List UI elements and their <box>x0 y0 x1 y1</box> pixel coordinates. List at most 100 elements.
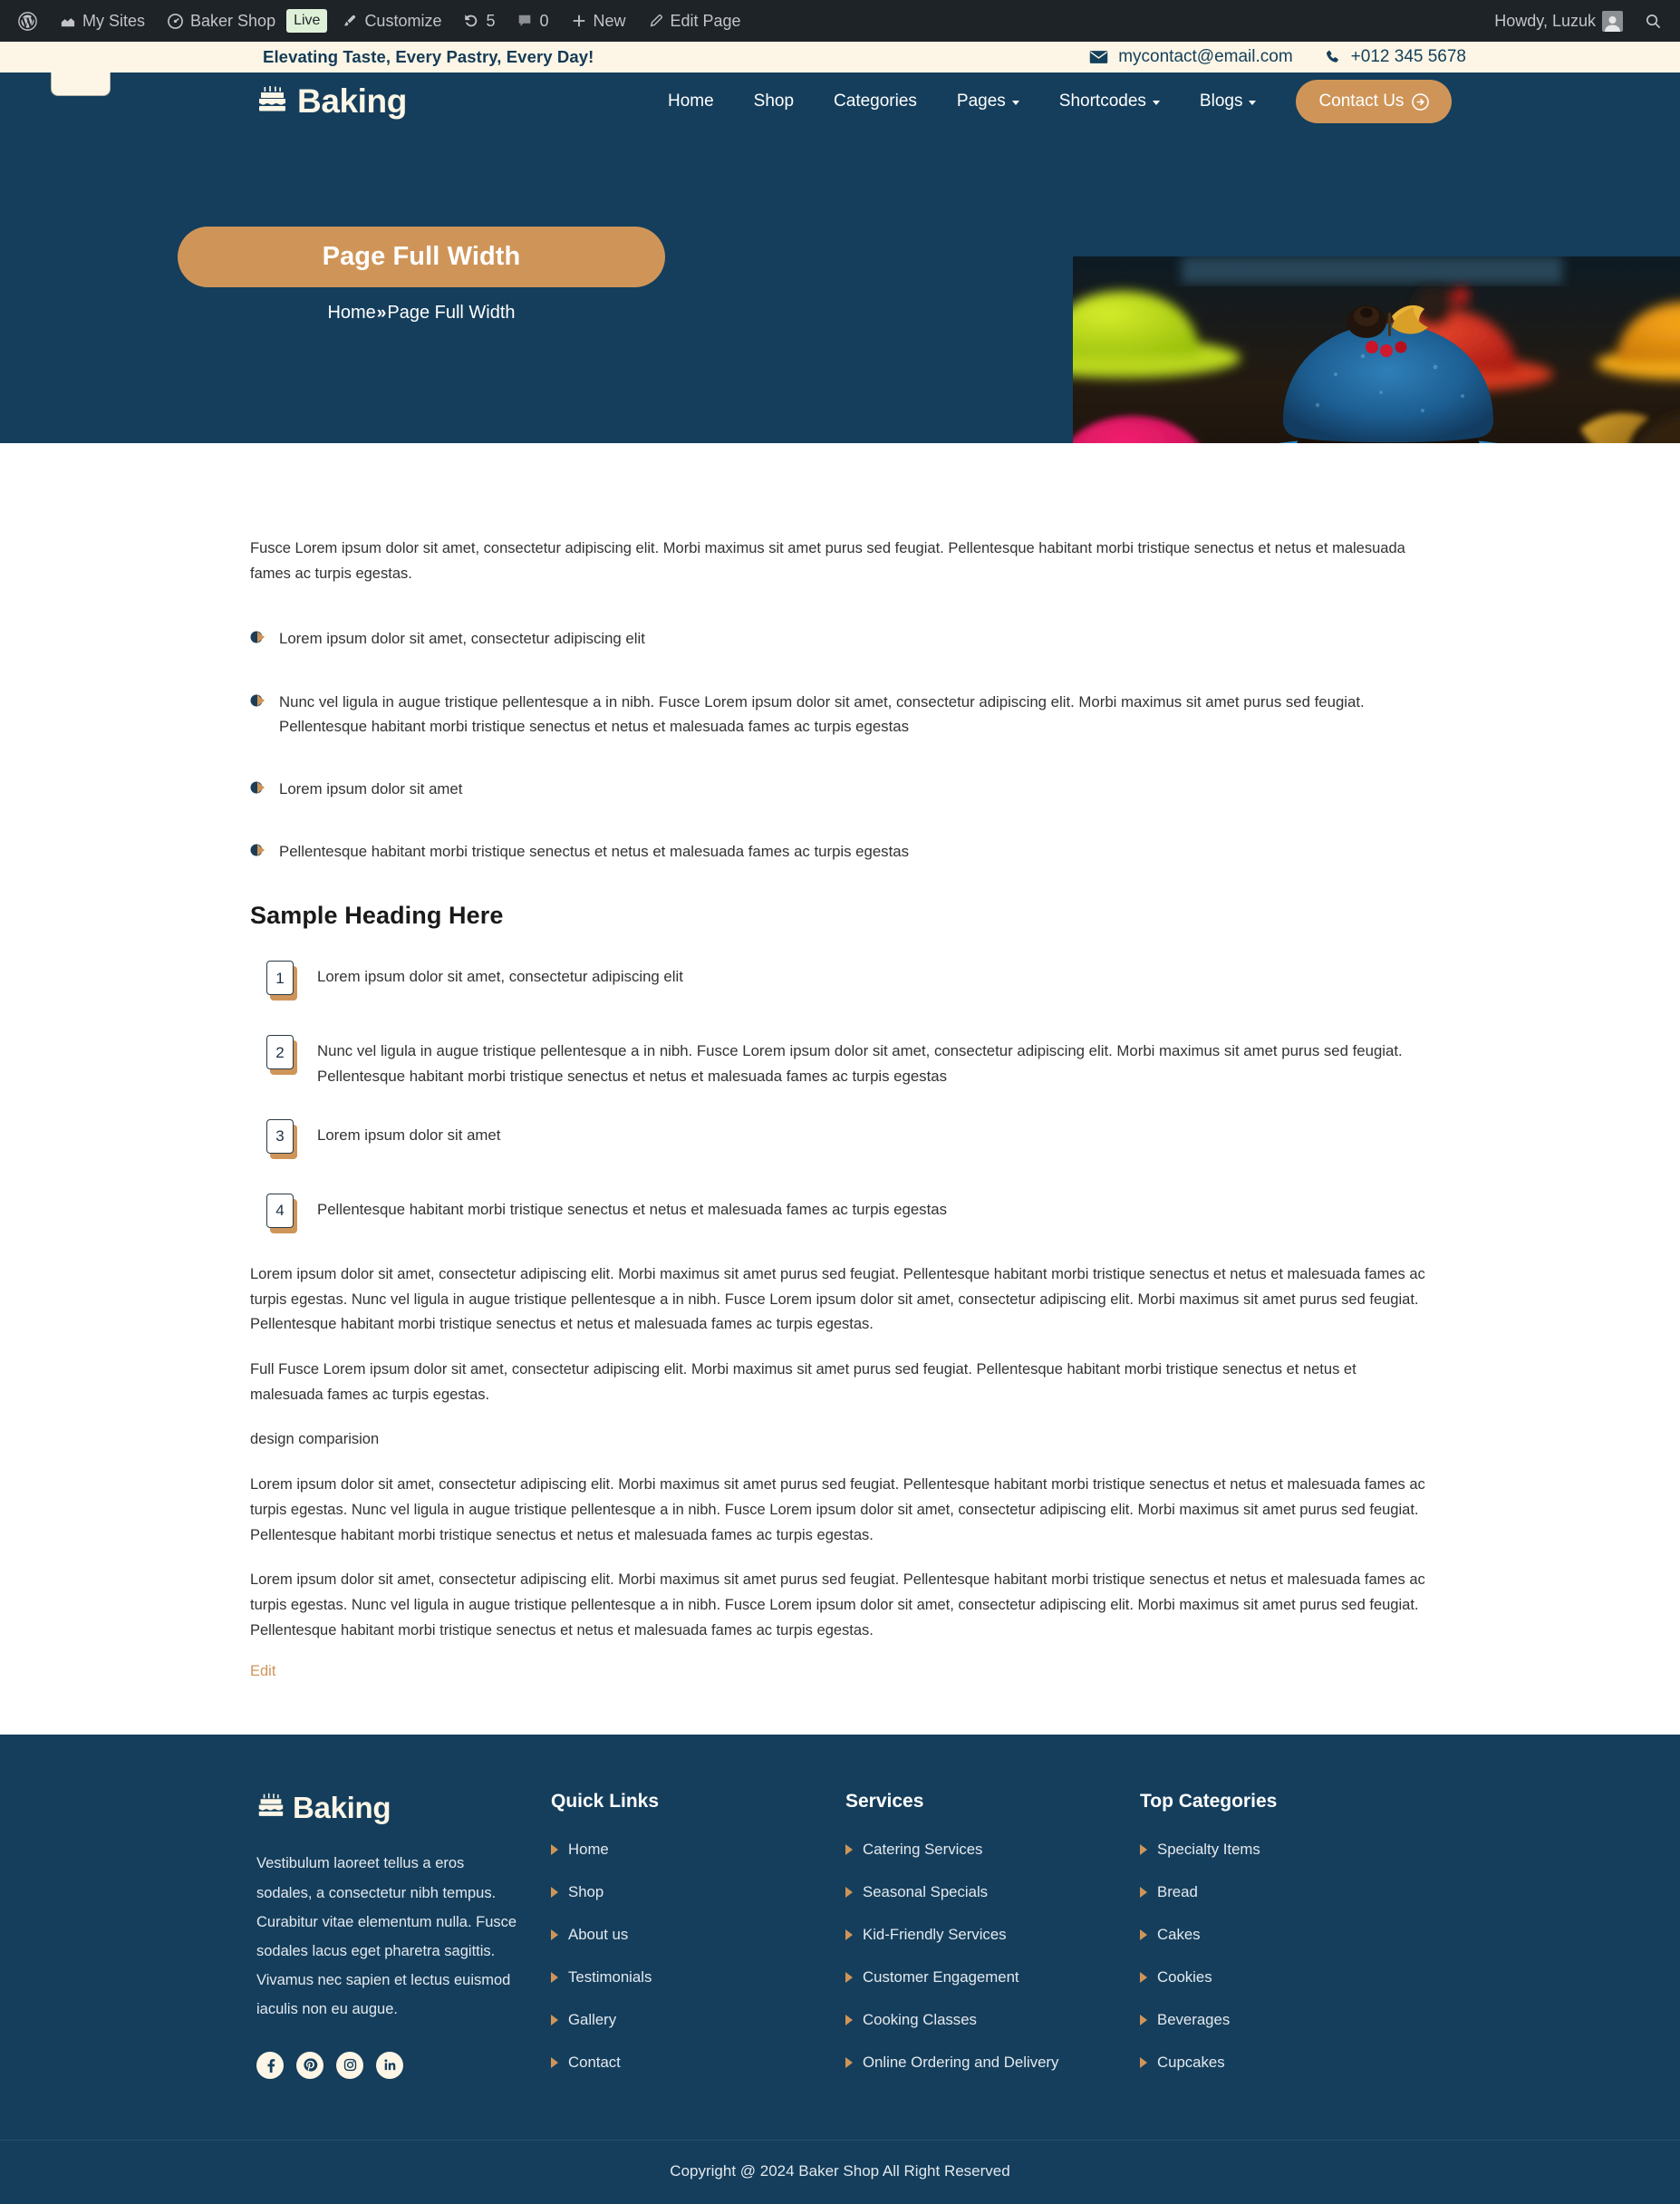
top-utility-bar: Elevating Taste, Every Pastry, Every Day… <box>0 42 1680 96</box>
adminbar-search[interactable] <box>1634 0 1673 42</box>
cake-icon <box>256 1792 285 1824</box>
footer-logo[interactable]: Baking <box>256 1791 551 1825</box>
footer-link-cakes[interactable]: Cakes <box>1140 1926 1434 1944</box>
contact-us-button[interactable]: Contact Us <box>1296 80 1453 123</box>
footer-link-beverages[interactable]: Beverages <box>1140 2011 1434 2029</box>
triangle-right-icon <box>551 1972 558 1984</box>
list-item: 3 Lorem ipsum dolor sit amet <box>250 1118 1428 1163</box>
breadcrumb-home-link[interactable]: Home <box>327 303 375 324</box>
footer-link-shop[interactable]: Shop <box>551 1883 845 1901</box>
nav-item-blogs[interactable]: Blogs <box>1180 92 1277 111</box>
adminbar-new[interactable]: New <box>560 0 637 42</box>
body-paragraph: Lorem ipsum dolor sit amet, consectetur … <box>250 1571 1425 1638</box>
triangle-right-icon <box>1140 2057 1147 2069</box>
pencil-icon <box>648 13 664 29</box>
site-header: Baking Home Shop Categories Pages Shortc… <box>0 72 1680 130</box>
footer-link-customer-engagement[interactable]: Customer Engagement <box>845 1968 1140 1986</box>
nav-item-pages[interactable]: Pages <box>937 92 1039 111</box>
nav-item-label: Home <box>667 92 714 111</box>
footer-column-services: Services Catering Services Seasonal Spec… <box>845 1791 1140 2096</box>
footer-link-label: About us <box>568 1926 629 1944</box>
page-title: Page Full Width <box>178 227 665 287</box>
footer-link-cupcakes[interactable]: Cupcakes <box>1140 2054 1434 2072</box>
adminbar-account[interactable]: Howdy, Luzuk <box>1483 0 1634 42</box>
topbar-phone-text: +012 345 5678 <box>1350 47 1466 66</box>
adminbar-comments-count: 0 <box>539 11 549 30</box>
footer-link-testimonials[interactable]: Testimonials <box>551 1968 845 1986</box>
list-item-text: Pellentesque habitant morbi tristique se… <box>279 843 909 861</box>
triangle-right-icon <box>551 1844 558 1856</box>
footer-link-label: Customer Engagement <box>863 1968 1019 1986</box>
number-badge: 1 <box>266 961 297 1001</box>
intro-paragraph: Fusce Lorem ipsum dolor sit amet, consec… <box>250 540 1405 582</box>
topbar-email[interactable]: mycontact@email.com <box>1089 47 1293 67</box>
footer-link-home[interactable]: Home <box>551 1841 845 1859</box>
page-hero: Page Full Width Home » Page Full Width <box>0 130 1680 443</box>
footer-link-bread[interactable]: Bread <box>1140 1883 1434 1901</box>
nav-item-shortcodes[interactable]: Shortcodes <box>1039 92 1180 111</box>
footer-link-catering-services[interactable]: Catering Services <box>845 1841 1140 1859</box>
nav-item-categories[interactable]: Categories <box>814 92 937 111</box>
hero-title-block: Page Full Width Home » Page Full Width <box>178 227 665 324</box>
plus-icon <box>571 13 587 29</box>
footer-link-label: Beverages <box>1157 2011 1231 2029</box>
number-badge: 4 <box>266 1193 297 1233</box>
footer-link-label: Kid-Friendly Services <box>863 1926 1007 1944</box>
adminbar-my-sites[interactable]: My Sites <box>48 0 156 42</box>
body-paragraph: Lorem ipsum dolor sit amet, consectetur … <box>250 1476 1425 1543</box>
nav-item-label: Shop <box>753 92 795 111</box>
arrow-bullet-icon <box>250 779 268 796</box>
footer-link-about-us[interactable]: About us <box>551 1926 845 1944</box>
social-links <box>256 2051 551 2079</box>
arrow-circle-right-icon <box>1412 92 1430 111</box>
footer-link-seasonal-specials[interactable]: Seasonal Specials <box>845 1883 1140 1901</box>
nav-item-home[interactable]: Home <box>648 92 734 111</box>
phone-icon <box>1324 49 1341 66</box>
instagram-icon[interactable] <box>336 2051 363 2079</box>
footer-link-gallery[interactable]: Gallery <box>551 2011 845 2029</box>
footer-link-label: Cooking Classes <box>863 2011 977 2029</box>
facebook-icon[interactable] <box>256 2051 284 2079</box>
primary-navigation: Home Shop Categories Pages Shortcodes Bl… <box>648 80 1453 123</box>
list-item: Lorem ipsum dolor sit amet, consectetur … <box>250 626 1428 651</box>
number-badge: 3 <box>266 1118 297 1159</box>
nav-item-shop[interactable]: Shop <box>734 92 814 111</box>
footer-about-text: Vestibulum laoreet tellus a eros sodales… <box>256 1855 517 2018</box>
adminbar-live-badge-wrap[interactable]: Live <box>286 0 331 42</box>
updates-icon <box>463 13 479 29</box>
linkedin-icon[interactable] <box>376 2051 403 2079</box>
pinterest-icon[interactable] <box>296 2051 323 2079</box>
arrow-bullet-icon <box>250 842 268 858</box>
adminbar-updates[interactable]: 5 <box>452 0 506 42</box>
arrow-bullet-icon <box>250 692 268 709</box>
list-item: Nunc vel ligula in augue tristique pelle… <box>250 690 1428 739</box>
list-item: 4 Pellentesque habitant morbi tristique … <box>250 1193 1428 1237</box>
topbar-phone[interactable]: +012 345 5678 <box>1324 47 1466 67</box>
footer-column-quick-links: Quick Links Home Shop About us Testimoni… <box>551 1791 845 2096</box>
number-badge-value: 1 <box>266 961 294 996</box>
adminbar-customize[interactable]: Customize <box>331 0 452 42</box>
footer-link-kid-friendly-services[interactable]: Kid-Friendly Services <box>845 1926 1140 1944</box>
adminbar-edit-page[interactable]: Edit Page <box>637 0 752 42</box>
adminbar-site-name[interactable]: Baker Shop <box>156 0 286 42</box>
adminbar-wordpress-logo[interactable] <box>7 0 48 42</box>
avatar <box>1602 10 1623 32</box>
footer-column-top-categories: Top Categories Specialty Items Bread Cak… <box>1140 1791 1434 2096</box>
site-footer: Baking Vestibulum laoreet tellus a eros … <box>0 1735 1680 2204</box>
footer-link-cooking-classes[interactable]: Cooking Classes <box>845 2011 1140 2029</box>
footer-link-cookies[interactable]: Cookies <box>1140 1968 1434 1986</box>
footer-link-label: Online Ordering and Delivery <box>863 2054 1059 2072</box>
footer-link-online-ordering-and-delivery[interactable]: Online Ordering and Delivery <box>845 2054 1140 2072</box>
my-sites-icon <box>59 13 76 30</box>
triangle-right-icon <box>1140 1844 1147 1856</box>
footer-link-contact[interactable]: Contact <box>551 2054 845 2072</box>
adminbar-edit-page-label: Edit Page <box>670 11 741 30</box>
edit-post-link[interactable]: Edit <box>250 1663 275 1680</box>
adminbar-my-sites-label: My Sites <box>82 11 146 30</box>
live-badge: Live <box>286 9 328 33</box>
breadcrumb-separator-icon: » <box>376 303 387 323</box>
site-logo[interactable]: Baking <box>256 82 407 121</box>
adminbar-comments[interactable]: 0 <box>506 0 559 42</box>
number-badge-value: 2 <box>266 1035 294 1070</box>
footer-link-specialty-items[interactable]: Specialty Items <box>1140 1841 1434 1859</box>
